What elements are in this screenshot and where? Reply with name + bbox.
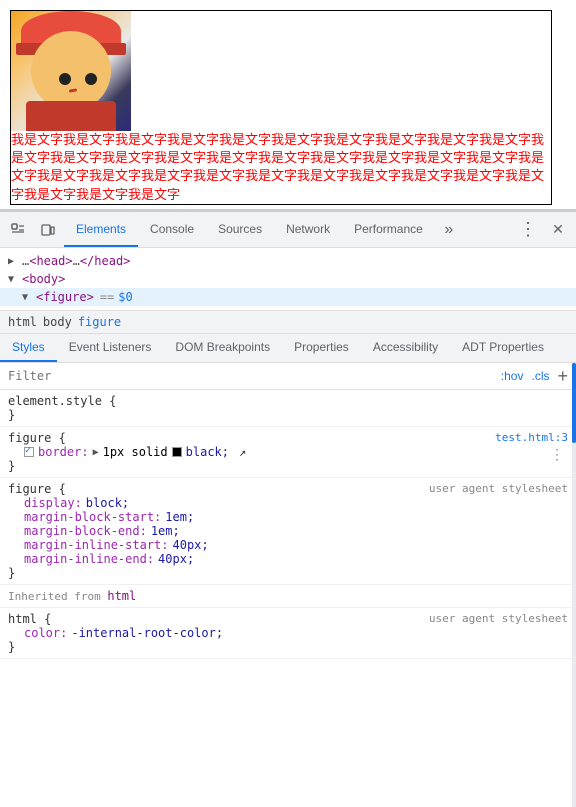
- html-selector-ua: html {: [8, 612, 51, 626]
- mbe-name: margin-block-end:: [24, 524, 147, 538]
- sub-tab-styles[interactable]: Styles: [0, 334, 57, 362]
- figure-selector: figure {: [8, 431, 66, 445]
- html-origin-ua: user agent stylesheet: [429, 612, 568, 626]
- breadcrumb-figure[interactable]: figure: [78, 315, 121, 329]
- more-tabs-button[interactable]: »: [435, 216, 463, 244]
- mbe-value: 1em;: [151, 524, 180, 538]
- inherited-label: Inherited from: [8, 590, 107, 603]
- devtools-controls: ⋮ ✕: [514, 216, 572, 244]
- devtools-panel: Elements Console Sources Network Perform…: [0, 210, 576, 807]
- filter-bar: :hov .cls +: [0, 363, 576, 390]
- sub-tab-accessibility[interactable]: Accessibility: [361, 334, 450, 362]
- property-checkbox[interactable]: [24, 447, 34, 457]
- tab-sources[interactable]: Sources: [206, 212, 274, 247]
- tree-arrow-head: ▶: [8, 256, 22, 267]
- border-value: black;: [186, 445, 229, 459]
- shirt: [26, 101, 116, 131]
- breadcrumb-html[interactable]: html: [8, 315, 37, 329]
- mie-name: margin-inline-end:: [24, 552, 154, 566]
- margin-inline-end-line: margin-inline-end: 40px;: [8, 552, 568, 566]
- left-eye: [59, 73, 71, 85]
- mie-value: 40px;: [158, 552, 194, 566]
- html-rule-ua: html { user agent stylesheet color: -int…: [0, 608, 576, 659]
- tab-elements[interactable]: Elements: [64, 212, 138, 247]
- margin-block-start-line: margin-block-start: 1em;: [8, 510, 568, 524]
- breadcrumb: html body figure: [0, 311, 576, 334]
- device-toolbar-button[interactable]: [34, 216, 62, 244]
- expand-border-arrow[interactable]: ▶: [93, 447, 99, 458]
- css-origin-link[interactable]: test.html:3: [495, 431, 568, 445]
- sub-tab-properties[interactable]: Properties: [282, 334, 361, 362]
- add-style-rule-button[interactable]: +: [557, 367, 568, 385]
- sub-tab-adt-properties[interactable]: ADT Properties: [450, 334, 556, 362]
- scrollbar-thumb: [572, 363, 576, 443]
- tab-performance[interactable]: Performance: [342, 212, 435, 247]
- cursor-pos: ↗: [239, 445, 246, 459]
- figure-rule-local: figure { test.html:3 border: ▶ 1px solid…: [0, 427, 576, 478]
- element-style-rule: element.style { }: [0, 390, 576, 427]
- tree-line-body[interactable]: ▼ <body>: [0, 270, 576, 288]
- color-property-line: color: -internal-root-color;: [8, 626, 568, 640]
- devtools-menu-button[interactable]: ⋮: [514, 216, 542, 244]
- mbs-value: 1em;: [165, 510, 194, 524]
- tree-line-head[interactable]: ▶ … <head> … </head>: [0, 252, 576, 270]
- margin-block-end-line: margin-block-end: 1em;: [8, 524, 568, 538]
- devtools-tabs: Elements Console Sources Network Perform…: [64, 212, 512, 247]
- mis-value: 40px;: [173, 538, 209, 552]
- inherited-tag: html: [107, 589, 136, 603]
- color-value: -internal-root-color;: [71, 626, 223, 640]
- mbs-name: margin-block-start:: [24, 510, 161, 524]
- devtools-toolbar: Elements Console Sources Network Perform…: [0, 212, 576, 248]
- tree-arrow-figure: ▼: [22, 292, 36, 303]
- color-name: color:: [24, 626, 67, 640]
- figure-caption: 我是文字我是文字我是文字我是文字我是文字我是文字我是文字我是文字我是文字我是文字…: [11, 131, 551, 204]
- margin-inline-start-line: margin-inline-start: 40px;: [8, 538, 568, 552]
- figure-selector-ua: figure {: [8, 482, 66, 496]
- tab-network[interactable]: Network: [274, 212, 342, 247]
- sub-tab-dom-breakpoints[interactable]: DOM Breakpoints: [163, 334, 282, 362]
- styles-panel[interactable]: element.style { } figure { test.html:3: [0, 390, 576, 807]
- display-name: display:: [24, 496, 82, 510]
- devtools-close-button[interactable]: ✕: [544, 216, 572, 244]
- filter-cls-button[interactable]: .cls: [531, 369, 549, 383]
- property-menu-button[interactable]: ⋮: [550, 447, 564, 463]
- sub-tab-event-listeners[interactable]: Event Listeners: [57, 334, 164, 362]
- scrollbar-track: [572, 363, 576, 807]
- eyes: [59, 73, 97, 85]
- html-tree: ▶ … <head> … </head> ▼ <body> ▼ <figure>…: [0, 248, 576, 311]
- filter-hov-button[interactable]: :hov: [501, 369, 524, 383]
- tab-console[interactable]: Console: [138, 212, 206, 247]
- mis-name: margin-inline-start:: [24, 538, 169, 552]
- display-value: block;: [86, 496, 129, 510]
- browser-viewport: 我是文字我是文字我是文字我是文字我是文字我是文字我是文字我是文字我是文字我是文字…: [0, 0, 576, 210]
- sub-tabs: Styles Event Listeners DOM Breakpoints P…: [0, 334, 576, 363]
- face: [31, 31, 111, 111]
- display-property-line: display: block;: [8, 496, 568, 510]
- filter-input[interactable]: [8, 369, 497, 383]
- css-origin-ua: user agent stylesheet: [429, 482, 568, 496]
- figure-rule-ua: figure { user agent stylesheet display: …: [0, 478, 576, 585]
- breadcrumb-body[interactable]: body: [43, 315, 72, 329]
- color-swatch-black[interactable]: [172, 447, 182, 457]
- right-eye: [85, 73, 97, 85]
- luffy-image: [11, 11, 131, 131]
- tree-line-figure[interactable]: ▼ <figure> == $0: [0, 288, 576, 306]
- border-property-line: border: ▶ 1px solid black; ↗ ⋮: [8, 445, 568, 459]
- border-property-name: border:: [38, 445, 89, 459]
- inherited-section: Inherited from html: [0, 585, 576, 608]
- figure-element: 我是文字我是文字我是文字我是文字我是文字我是文字我是文字我是文字我是文字我是文字…: [10, 10, 552, 205]
- tree-arrow-body: ▼: [8, 274, 22, 285]
- inspect-element-button[interactable]: [4, 216, 32, 244]
- css-selector: element.style {: [8, 394, 116, 408]
